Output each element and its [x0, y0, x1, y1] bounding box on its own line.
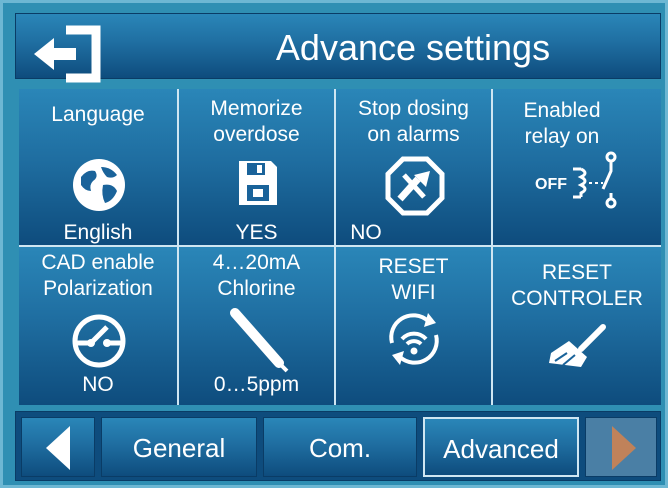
relay-on-cell[interactable]: Enabled relay on OFF	[493, 89, 661, 247]
cell-value: English	[63, 221, 133, 244]
cell-label-2: overdose	[213, 123, 300, 146]
left-arrow-icon	[46, 426, 70, 470]
cell-label: CAD enable	[41, 251, 155, 274]
chlorine-probe-cell[interactable]: 4…20mA Chlorine 0…5ppm	[179, 247, 336, 405]
tab-general-label: General	[132, 433, 226, 463]
floppy-disk-icon	[239, 161, 277, 205]
right-arrow-icon	[612, 426, 636, 470]
cell-label: Language	[51, 103, 145, 126]
cell-label-2: Polarization	[43, 277, 153, 300]
reset-controler-cell[interactable]: RESET CONTROLER	[493, 247, 661, 405]
settings-grid: Language English Memorize overdose YES S…	[19, 89, 661, 405]
cell-value: NO	[82, 373, 114, 396]
relay-switch-icon: OFF	[535, 151, 617, 209]
cell-label: RESET	[378, 255, 449, 278]
prev-page-button[interactable]	[21, 417, 95, 477]
stop-pump-icon	[385, 156, 445, 216]
cell-label: RESET	[541, 261, 612, 284]
gauge-icon	[72, 314, 126, 368]
cell-label-2: CONTROLER	[511, 287, 643, 310]
tab-advanced-label: Advanced	[443, 434, 559, 464]
cell-label-2: Chlorine	[217, 277, 296, 300]
back-button[interactable]	[32, 24, 102, 84]
cell-label: Enabled	[523, 99, 601, 122]
cell-value: YES	[235, 221, 278, 244]
screen: Advance settings Language English Memori…	[0, 0, 668, 488]
tab-com-label: Com.	[308, 433, 372, 463]
relay-off-text: OFF	[535, 176, 567, 193]
exit-arrow-icon	[34, 25, 101, 83]
cell-value: NO	[350, 221, 382, 244]
cell-label: Memorize	[210, 97, 303, 120]
language-cell[interactable]: Language English	[19, 89, 179, 247]
tab-general[interactable]: General	[101, 417, 257, 477]
page-title: Advance settings	[275, 27, 551, 68]
probe-icon	[230, 308, 289, 373]
tab-com[interactable]: Com.	[263, 417, 417, 477]
cell-label-2: WIFI	[391, 281, 436, 304]
cad-polarization-cell[interactable]: CAD enable Polarization NO	[19, 247, 179, 405]
wifi-reset-icon	[389, 313, 439, 365]
tab-advanced[interactable]: Advanced	[423, 417, 579, 477]
globe-icon	[73, 159, 125, 211]
cell-label: 4…20mA	[212, 251, 301, 274]
reset-wifi-cell[interactable]: RESET WIFI	[336, 247, 493, 405]
next-page-button[interactable]	[585, 417, 657, 477]
memorize-overdose-cell[interactable]: Memorize overdose YES	[179, 89, 336, 247]
cell-value: 0…5ppm	[213, 373, 300, 396]
broom-icon	[549, 324, 606, 367]
header-bar: Advance settings	[15, 13, 661, 83]
